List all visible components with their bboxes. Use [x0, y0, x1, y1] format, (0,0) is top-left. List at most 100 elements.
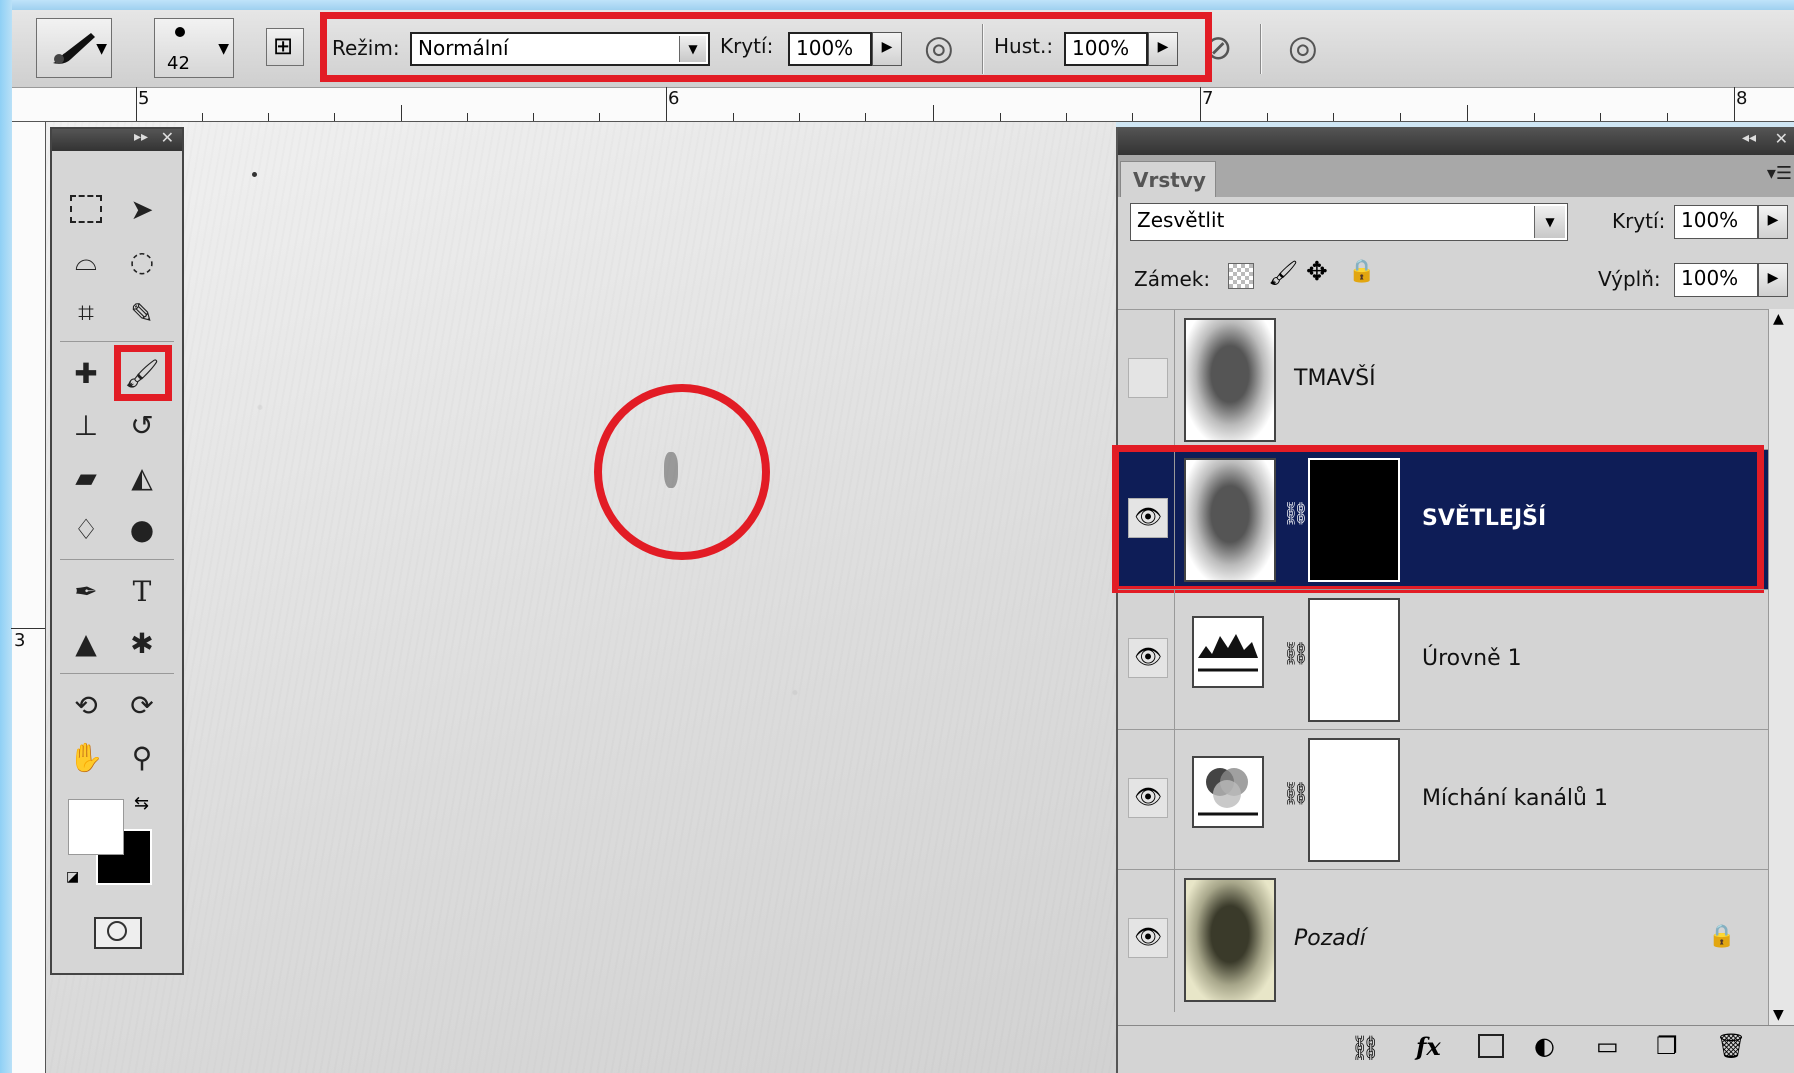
layer-name: Pozadí — [1294, 926, 1366, 951]
tab-layers[interactable]: Vrstvy — [1120, 161, 1216, 197]
foreground-color-swatch[interactable] — [68, 799, 124, 855]
visibility-toggle[interactable] — [1128, 358, 1168, 398]
eye-icon[interactable]: 👁 — [1128, 638, 1168, 678]
fx-icon[interactable]: fx — [1416, 1032, 1441, 1061]
lock-all-icon[interactable]: 🔒 — [1348, 259, 1375, 284]
ruler-tick — [268, 113, 269, 121]
path-selection-tool-icon[interactable]: ▲ — [64, 621, 108, 665]
layer-mask-thumbnail[interactable] — [1308, 738, 1400, 862]
ruler-tick — [865, 113, 866, 121]
separator — [1260, 24, 1261, 74]
brush-preset-picker[interactable]: 42 ▼ — [154, 18, 234, 78]
divider — [1174, 870, 1175, 1012]
move-tool-icon[interactable]: ➤ — [120, 187, 164, 231]
quick-mask-button[interactable] — [94, 917, 142, 949]
close-icon[interactable]: ✕ — [161, 128, 174, 147]
tool-preset-picker[interactable]: ▼ — [36, 18, 112, 78]
collapse-icon[interactable]: ▸▸ — [134, 129, 148, 145]
lasso-tool-icon[interactable]: ⌓ — [64, 239, 108, 283]
clone-stamp-tool-icon[interactable]: ⊥ — [64, 403, 108, 447]
layer-opacity-label: Krytí: — [1612, 209, 1666, 233]
3d-orbit-tool-icon[interactable]: ⟳ — [120, 683, 164, 727]
paint-bucket-tool-icon[interactable]: ◭ — [120, 455, 164, 499]
lock-transparency-icon[interactable] — [1228, 263, 1254, 289]
add-mask-icon[interactable] — [1478, 1034, 1504, 1058]
scroll-up-icon[interactable]: ▲ — [1773, 311, 1784, 327]
adjustment-layer-icon[interactable]: ◐ — [1534, 1032, 1555, 1060]
fill-field[interactable]: 100% — [1674, 263, 1758, 297]
dodge-tool-icon[interactable]: ● — [120, 507, 164, 551]
brush-panel-toggle[interactable]: ⊞ — [266, 28, 304, 66]
layers-scrollbar[interactable]: ▲ ▼ — [1768, 309, 1794, 1025]
options-bar: ▼ 42 ▼ ⊞ Režim: Normální ▼ Krytí: 100% ▶… — [12, 10, 1794, 88]
highlight-circle — [594, 384, 770, 560]
ruler-label: 7 — [1202, 88, 1214, 109]
quick-selection-tool-icon[interactable]: ◌ — [120, 239, 164, 283]
window-frame-left — [0, 0, 12, 1073]
channel-circles-icon — [1198, 768, 1258, 816]
layer-row[interactable]: 👁 ⛓ Míchání kanálů 1 — [1118, 729, 1768, 870]
eye-icon[interactable]: 👁 — [1128, 918, 1168, 958]
ruler-tick — [1132, 113, 1133, 121]
highlight-box-brush — [114, 345, 172, 401]
divider — [60, 559, 174, 560]
scroll-down-icon[interactable]: ▼ — [1773, 1007, 1784, 1023]
collapse-icon[interactable]: ◂◂ — [1742, 130, 1756, 146]
3d-rotate-tool-icon[interactable]: ⟲ — [64, 683, 108, 727]
panel-menu-icon[interactable]: ▾☰ — [1767, 163, 1792, 184]
crop-tool-icon[interactable]: ⌗ — [64, 291, 108, 335]
hand-tool-icon[interactable]: ✋ — [64, 735, 108, 779]
blur-tool-icon[interactable]: ♢ — [64, 507, 108, 551]
new-group-icon[interactable]: ▭ — [1596, 1032, 1619, 1060]
eyedropper-tool-icon[interactable]: ✎ — [120, 291, 164, 335]
link-icon[interactable]: ⛓ — [1282, 782, 1310, 807]
ruler-label: 6 — [668, 88, 680, 109]
close-icon[interactable]: ✕ — [1775, 129, 1788, 148]
ruler-tick — [799, 113, 800, 121]
layer-row[interactable]: TMAVŠÍ — [1118, 309, 1768, 450]
ruler-label: 5 — [138, 88, 150, 109]
ruler-tick — [202, 113, 203, 121]
healing-brush-tool-icon[interactable]: ✚ — [64, 351, 108, 395]
layer-thumbnail — [1184, 318, 1276, 442]
default-colors-icon[interactable]: ◪ — [66, 869, 79, 885]
chevron-down-icon: ▼ — [1534, 206, 1565, 238]
layer-row[interactable]: 👁 ⛓ Úrovně 1 — [1118, 589, 1768, 730]
pen-tool-icon[interactable]: ✒ — [64, 569, 108, 613]
layer-row[interactable]: 👁 Pozadí 🔒 — [1118, 869, 1768, 1012]
custom-shape-tool-icon[interactable]: ✱ — [120, 621, 164, 665]
new-layer-icon[interactable]: ❐ — [1656, 1032, 1678, 1060]
brush-tip-icon — [175, 27, 185, 37]
ruler-tick — [1267, 113, 1268, 121]
eraser-tool-icon[interactable]: ▰ — [64, 455, 108, 499]
link-icon[interactable]: ⛓ — [1282, 642, 1310, 667]
divider — [60, 673, 174, 674]
layers-bottom-bar: ⛓ fx ◐ ▭ ❐ 🗑 — [1118, 1025, 1794, 1073]
link-layers-icon[interactable]: ⛓ — [1350, 1034, 1380, 1062]
history-brush-tool-icon[interactable]: ↺ — [120, 403, 164, 447]
delete-layer-icon[interactable]: 🗑 — [1716, 1032, 1746, 1060]
lock-position-icon[interactable]: ✥ — [1306, 257, 1328, 287]
swap-colors-icon[interactable]: ⇆ — [134, 793, 149, 814]
fill-slider-button[interactable]: ▶ — [1758, 263, 1788, 297]
marquee-tool-icon[interactable] — [64, 187, 108, 231]
blend-mode-select[interactable]: Zesvětlit ▼ — [1130, 203, 1568, 241]
ruler-tick — [1734, 87, 1735, 121]
type-tool-icon[interactable]: T — [120, 569, 164, 613]
ruler-label: 8 — [1736, 88, 1748, 109]
brush-icon — [53, 33, 95, 64]
layer-mask-thumbnail[interactable] — [1308, 598, 1400, 722]
tools-panel-header: ▸▸ ✕ — [52, 128, 182, 151]
lock-pixels-icon[interactable]: 🖌 — [1268, 259, 1298, 287]
eye-icon[interactable]: 👁 — [1128, 778, 1168, 818]
blend-mode-value: Zesvětlit — [1137, 208, 1225, 232]
lock-icon: 🔒 — [1708, 924, 1736, 949]
tablet-pressure-icon[interactable]: ◎ — [1288, 28, 1318, 68]
ruler-label: 3 — [14, 630, 26, 651]
layer-opacity-field[interactable]: 100% — [1674, 205, 1758, 239]
layer-opacity-slider-button[interactable]: ▶ — [1758, 205, 1788, 239]
image-canvas[interactable] — [46, 122, 1116, 1073]
fill-value: 100% — [1681, 266, 1739, 290]
ruler-tick — [136, 87, 137, 121]
zoom-tool-icon[interactable]: ⚲ — [120, 735, 164, 779]
